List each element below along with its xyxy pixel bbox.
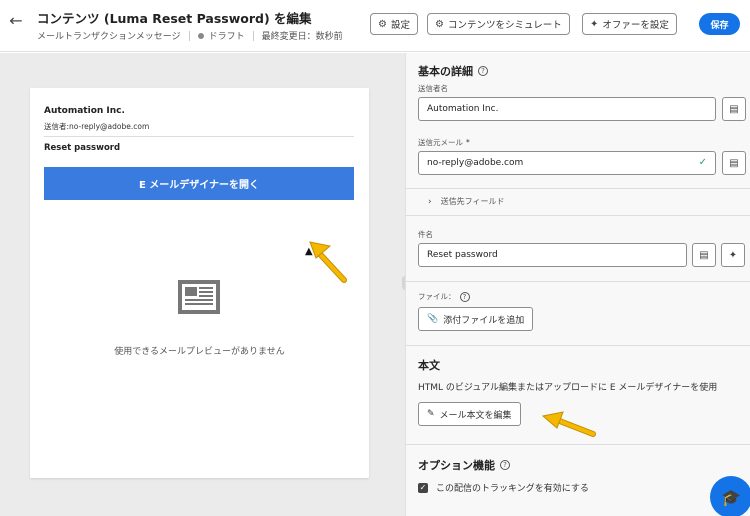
gear-icon: ⚙ [378,18,387,30]
offer-icon: ✦ [590,18,599,30]
sender-email-field[interactable]: no-reply@adobe.com ✓ [418,151,716,175]
add-attachment-label: 添付ファイルを追加 [443,315,525,326]
app-window: ← コンテンツ (Luma Reset Password) を編集 メールトラン… [0,0,750,516]
annotation-arrow-icon [309,241,347,283]
learn-graduation-cap-icon[interactable]: 🎓 [710,476,750,516]
set-offer-button[interactable]: ✦ オファーを設定 [582,13,677,35]
properties-panel: 基本の詳細 ? 送信者名 Automation Inc. ▤ 送信元メール * n… [405,53,750,516]
divider [252,30,254,41]
body-title: 本文 [418,359,440,372]
body-description: HTML のビジュアル編集またはアップロードに E メールデザイナーを使用 [418,383,718,393]
divider [406,444,750,445]
basic-details-title: 基本の詳細 [418,65,473,78]
required-marker: * [466,138,470,147]
pencil-icon: ✎ [427,409,435,419]
preview-subject: Reset password [44,143,121,153]
sender-email-label-text: 送信元メール [418,138,463,147]
arrow-left-icon[interactable]: ← [7,12,25,30]
tracking-label: この配信のトラッキングを有効にする [436,484,589,494]
annotation-arrow-icon [541,411,596,437]
help-icon[interactable]: ? [478,66,488,76]
simulate-icon: ⚙ [435,18,444,30]
divider [188,30,190,41]
status-dot-icon [197,32,204,39]
preview-sender-name: Automation Inc. [44,106,125,116]
ai-assistant-icon[interactable]: ✦ [721,243,745,267]
divider [406,188,750,189]
page-header: ← コンテンツ (Luma Reset Password) を編集 メールトラン… [0,0,750,52]
email-preview-pane: Automation Inc. 送信者:no-reply@adobe.com R… [0,53,405,516]
sender-name-label: 送信者名 [418,84,448,93]
chevron-right-icon: › [428,196,432,207]
no-preview-icon [178,280,220,314]
save-button[interactable]: 保存 [699,13,740,35]
edit-email-body-label: メール本文を編集 [439,410,512,421]
checkmark-icon: ✓ [698,157,707,168]
page-subtitle: メールトランザクションメッセージ ドラフト 最終変更日：数秒前 [37,29,343,42]
edit-email-body-button[interactable]: ✎ メール本文を編集 [418,402,521,426]
subject-field[interactable]: Reset password [418,243,687,267]
files-label-text: ファイル： [418,292,456,301]
offer-button-label: オファーを設定 [602,20,669,31]
message-type: メールトランザクションメッセージ [37,32,181,42]
divider [406,281,750,282]
help-icon[interactable]: ? [459,291,470,302]
tracking-checkbox[interactable]: ✓ [418,482,428,493]
add-attachment-button[interactable]: 📎 添付ファイルを追加 [418,307,534,331]
body-heading: 本文 [418,357,440,373]
personalize-icon[interactable]: ▤ [692,243,716,267]
subject-label: 件名 [418,230,433,239]
open-email-designer-button[interactable]: E メールデザイナーを開く [44,167,354,200]
tracking-checkbox-row[interactable]: ✓ この配信のトラッキングを有効にする [418,481,589,494]
simulate-button-label: コンテンツをシミュレート [447,20,562,31]
divider [406,345,750,346]
sender-email-value: no-reply@adobe.com [427,158,524,168]
divider [44,136,354,137]
help-icon[interactable]: ? [500,460,510,470]
settings-button[interactable]: ⚙ 設定 [370,13,418,35]
paperclip-icon: 📎 [427,314,439,324]
sender-name-field[interactable]: Automation Inc. [418,97,716,121]
preview-sender-line: 送信者:no-reply@adobe.com [44,122,150,131]
header-fields-expander[interactable]: › 送信先フィールド [428,196,504,207]
page-title: コンテンツ (Luma Reset Password) を編集 [37,11,312,26]
sender-email-label: 送信元メール * [418,137,470,148]
personalize-icon[interactable]: ▤ [722,151,746,175]
settings-button-label: 設定 [390,20,410,31]
no-preview-text: 使用できるメールプレビューがありません [114,347,285,357]
header-fields-label: 送信先フィールド [440,197,505,206]
simulate-content-button[interactable]: ⚙ コンテンツをシミュレート [427,13,570,35]
options-heading: オプション機能 ? [418,457,510,473]
status-badge: ドラフト [208,32,245,42]
basic-details-heading: 基本の詳細 ? [418,63,488,79]
options-title: オプション機能 [418,459,495,472]
personalize-icon[interactable]: ▤ [722,97,746,121]
divider [406,215,750,216]
last-modified: 最終変更日：数秒前 [261,32,343,42]
files-label: ファイル： ? [418,291,470,302]
